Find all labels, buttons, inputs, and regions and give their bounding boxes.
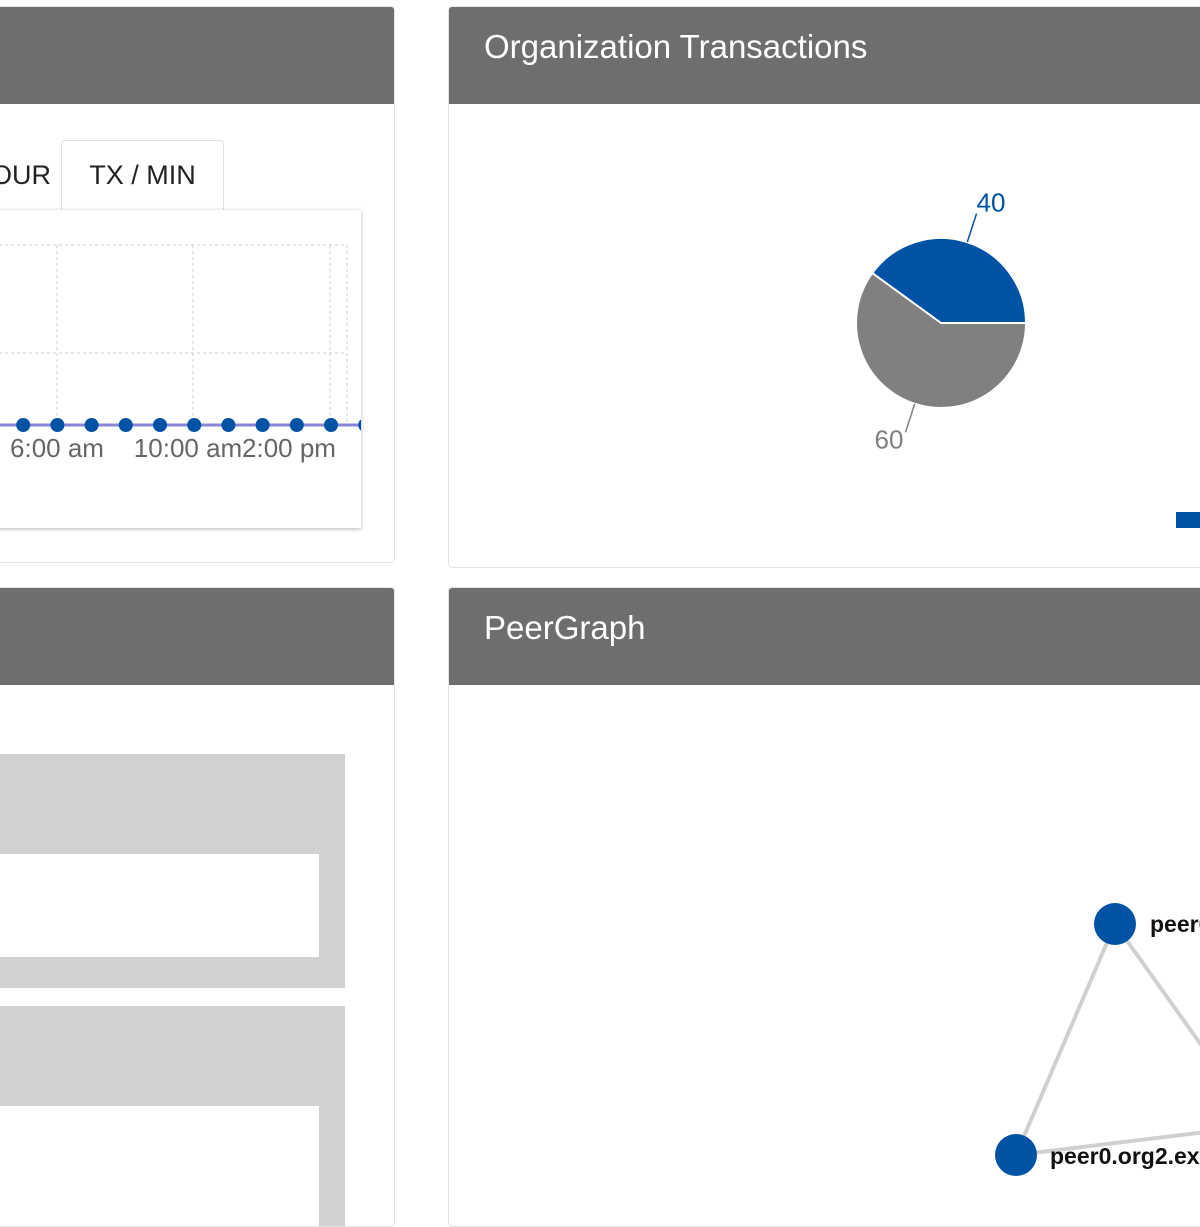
- data-point: [84, 418, 99, 432]
- data-point: [255, 418, 270, 432]
- graph-edge: [1113, 922, 1200, 1047]
- peer-node-label: peer0.org2.example.com: [1050, 1143, 1200, 1169]
- data-point: [289, 418, 304, 432]
- loading-panel: [0, 587, 395, 1227]
- x-tick-label: 6:00 am: [10, 433, 104, 463]
- peer-node[interactable]: [1094, 903, 1136, 945]
- transactions-panel: TX / HOUR TX / MIN 6:00 am 10:00 am2:00 p…: [0, 6, 395, 563]
- legend-swatch: [1176, 512, 1200, 528]
- tab-tx-per-min[interactable]: TX / MIN: [61, 140, 224, 210]
- peer-node[interactable]: [995, 1134, 1037, 1176]
- data-point: [221, 418, 236, 432]
- pie-label-line: [966, 213, 978, 243]
- tx-line-chart: 6:00 am 10:00 am 2:00 pm: [0, 244, 361, 463]
- peer-graph: peer0.org1.example.com peer0.org2.exampl…: [995, 903, 1200, 1176]
- pie-data-label: 60: [875, 424, 904, 454]
- graph-edge: [1014, 923, 1117, 1156]
- panel-header: [0, 588, 394, 685]
- data-point: [16, 418, 31, 432]
- tab-label: TX / MIN: [89, 160, 196, 190]
- organization-transactions-panel: Organization Transactions 40 60: [448, 6, 1200, 568]
- data-point: [153, 418, 167, 432]
- tx-chart: 6:00 am 10:00 am 2:00 pm: [0, 210, 361, 528]
- peer-node-label: peer0.org1.example.com: [1150, 911, 1200, 937]
- pie-data-label: 40: [977, 188, 1006, 218]
- skeleton-block: [0, 754, 345, 988]
- skeleton-block: [0, 1006, 345, 1226]
- panel-header: [0, 7, 394, 104]
- skeleton-line: [0, 1106, 319, 1226]
- org-pie-chart: 40 60: [855, 188, 1028, 454]
- data-point: [50, 418, 65, 432]
- peergraph-panel: PeerGraph peer0.org1.example.com peer0.o…: [448, 587, 1200, 1227]
- data-point: [118, 418, 133, 432]
- data-point: [187, 418, 202, 432]
- tab-tx-per-hour[interactable]: TX / HOUR: [0, 141, 51, 211]
- data-point: [324, 418, 338, 432]
- tab-label: TX / HOUR: [0, 160, 51, 190]
- skeleton-line: [0, 854, 319, 957]
- data-point: [358, 419, 361, 431]
- pie-label-line: [904, 403, 916, 433]
- x-tick-label: 2:00 pm: [242, 433, 336, 463]
- x-tick-label: 10:00 am: [134, 433, 242, 463]
